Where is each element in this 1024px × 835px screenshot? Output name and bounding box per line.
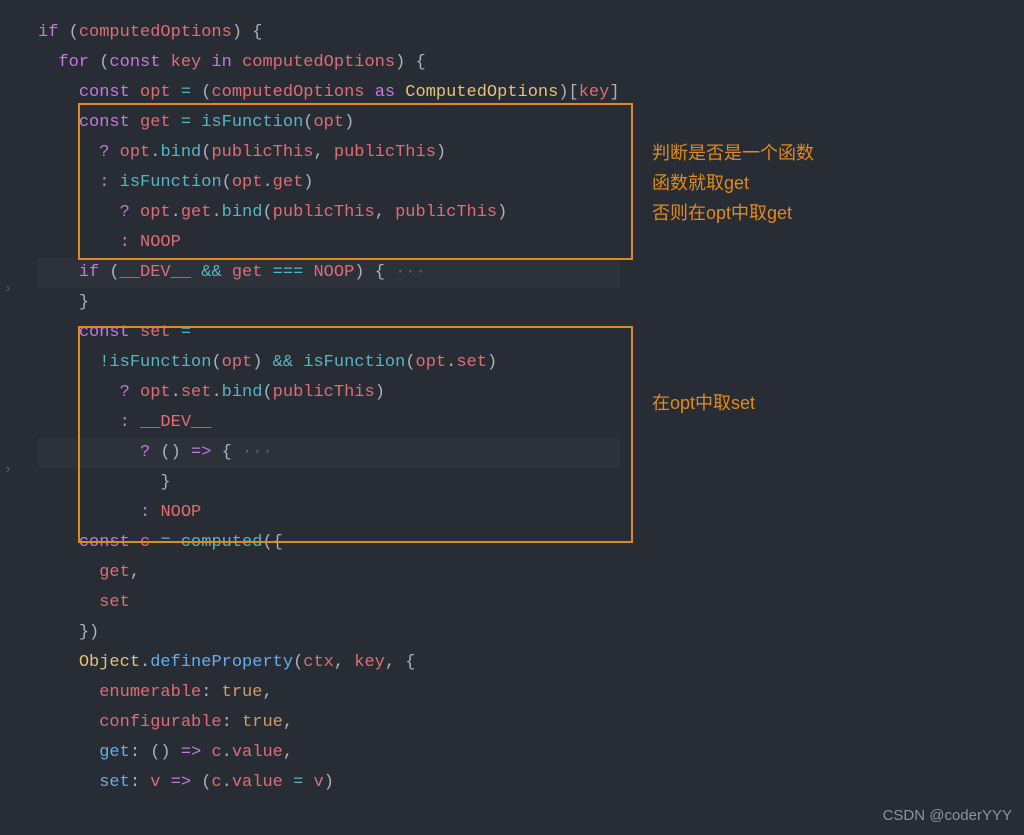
code-line: : NOOP: [38, 228, 620, 258]
code-line: !isFunction(opt) && isFunction(opt.set): [38, 348, 620, 378]
fold-marker-icon[interactable]: ›: [4, 274, 12, 304]
fold-gutter: › ›: [0, 0, 24, 835]
code-line: : NOOP: [38, 498, 620, 528]
code-line: Object.defineProperty(ctx, key, {: [38, 648, 620, 678]
code-line: ? opt.get.bind(publicThis, publicThis): [38, 198, 620, 228]
code-line: }: [38, 288, 620, 318]
code-line: set: [38, 588, 620, 618]
annotation-set: 在opt中取set: [652, 388, 755, 418]
code-line: ? opt.bind(publicThis, publicThis): [38, 138, 620, 168]
code-line: : isFunction(opt.get): [38, 168, 620, 198]
code-line: const get = isFunction(opt): [38, 108, 620, 138]
code-line: }): [38, 618, 620, 648]
code-line: if (__DEV__ && get === NOOP) { ···: [38, 258, 620, 288]
code-line: const set =: [38, 318, 620, 348]
code-line: get,: [38, 558, 620, 588]
code-line: ? () => { ···: [38, 438, 620, 468]
code-editor[interactable]: if (computedOptions) { for (const key in…: [38, 18, 620, 798]
code-line: for (const key in computedOptions) {: [38, 48, 620, 78]
code-line: if (computedOptions) {: [38, 18, 620, 48]
code-line: }: [38, 468, 620, 498]
code-line: set: v => (c.value = v): [38, 768, 620, 798]
code-line: : __DEV__: [38, 408, 620, 438]
code-line: configurable: true,: [38, 708, 620, 738]
code-line: ? opt.set.bind(publicThis): [38, 378, 620, 408]
code-line: const c = computed({: [38, 528, 620, 558]
code-line: enumerable: true,: [38, 678, 620, 708]
annotation-get: 判断是否是一个函数 函数就取get 否则在opt中取get: [652, 138, 814, 228]
code-line: const opt = (computedOptions as Computed…: [38, 78, 620, 108]
watermark: CSDN @coderYYY: [883, 801, 1012, 831]
fold-marker-icon[interactable]: ›: [4, 455, 12, 485]
code-line: get: () => c.value,: [38, 738, 620, 768]
